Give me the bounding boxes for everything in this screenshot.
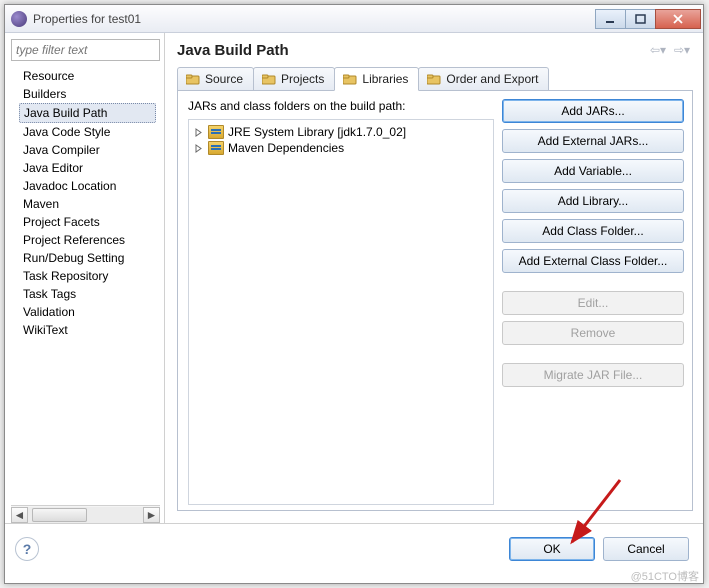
add-external-jars-button[interactable]: Add External JARs... bbox=[502, 129, 684, 153]
close-button[interactable] bbox=[655, 9, 701, 29]
sidebar-item-task-repository[interactable]: Task Repository bbox=[19, 267, 160, 285]
sidebar-item-project-references[interactable]: Project References bbox=[19, 231, 160, 249]
sidebar-item-run-debug-setting[interactable]: Run/Debug Setting bbox=[19, 249, 160, 267]
tab-order-and-export[interactable]: Order and Export bbox=[418, 67, 549, 90]
window-title: Properties for test01 bbox=[33, 12, 595, 26]
expand-icon[interactable] bbox=[193, 127, 204, 138]
cancel-button[interactable]: Cancel bbox=[603, 537, 689, 561]
add-jars-button[interactable]: Add JARs... bbox=[502, 99, 684, 123]
dialog-footer: ? OK Cancel bbox=[5, 523, 703, 573]
sidebar-item-java-build-path[interactable]: Java Build Path bbox=[19, 103, 156, 123]
tab-bar: Source Projects Libraries Order and Export bbox=[177, 67, 693, 91]
sidebar-item-project-facets[interactable]: Project Facets bbox=[19, 213, 160, 231]
projects-icon bbox=[262, 73, 276, 85]
source-folder-icon bbox=[186, 73, 200, 85]
eclipse-icon bbox=[11, 11, 27, 27]
add-library-button[interactable]: Add Library... bbox=[502, 189, 684, 213]
libraries-icon bbox=[343, 73, 357, 85]
help-icon[interactable]: ? bbox=[15, 537, 39, 561]
tab-label: Libraries bbox=[362, 72, 408, 86]
order-export-icon bbox=[427, 73, 441, 85]
sidebar-item-java-code-style[interactable]: Java Code Style bbox=[19, 123, 160, 141]
library-label: JRE System Library [jdk1.7.0_02] bbox=[228, 125, 406, 139]
tab-libraries[interactable]: Libraries bbox=[334, 67, 419, 91]
tab-label: Source bbox=[205, 72, 243, 86]
button-column: Add JARs... Add External JARs... Add Var… bbox=[502, 99, 684, 502]
scroll-thumb[interactable] bbox=[32, 508, 87, 522]
library-item[interactable]: JRE System Library [jdk1.7.0_02] bbox=[191, 124, 491, 140]
add-variable-button[interactable]: Add Variable... bbox=[502, 159, 684, 183]
properties-dialog: Properties for test01 ResourceBuildersJa… bbox=[4, 4, 704, 584]
ok-button[interactable]: OK bbox=[509, 537, 595, 561]
tab-projects[interactable]: Projects bbox=[253, 67, 335, 90]
library-item[interactable]: Maven Dependencies bbox=[191, 140, 491, 156]
jar-list[interactable]: JRE System Library [jdk1.7.0_02] Maven De… bbox=[188, 119, 494, 505]
sidebar-item-builders[interactable]: Builders bbox=[19, 85, 160, 103]
add-external-class-folder-button[interactable]: Add External Class Folder... bbox=[502, 249, 684, 273]
library-label: Maven Dependencies bbox=[228, 141, 344, 155]
filter-input[interactable] bbox=[11, 39, 160, 61]
sidebar-item-validation[interactable]: Validation bbox=[19, 303, 160, 321]
page-title: Java Build Path bbox=[177, 42, 289, 59]
sidebar-item-javadoc-location[interactable]: Javadoc Location bbox=[19, 177, 160, 195]
library-icon bbox=[208, 141, 224, 155]
sidebar-item-task-tags[interactable]: Task Tags bbox=[19, 285, 160, 303]
libraries-panel: JARs and class folders on the build path… bbox=[177, 91, 693, 511]
tab-label: Projects bbox=[281, 72, 324, 86]
sidebar-item-maven[interactable]: Maven bbox=[19, 195, 160, 213]
scroll-track[interactable] bbox=[28, 507, 143, 523]
remove-button: Remove bbox=[502, 321, 684, 345]
sidebar: ResourceBuildersJava Build PathJava Code… bbox=[5, 33, 165, 523]
category-tree[interactable]: ResourceBuildersJava Build PathJava Code… bbox=[11, 65, 160, 505]
maximize-button[interactable] bbox=[625, 9, 655, 29]
tab-label: Order and Export bbox=[446, 72, 538, 86]
migrate-jar-button: Migrate JAR File... bbox=[502, 363, 684, 387]
expand-icon[interactable] bbox=[193, 143, 204, 154]
titlebar[interactable]: Properties for test01 bbox=[5, 5, 703, 33]
panel-description: JARs and class folders on the build path… bbox=[188, 99, 494, 113]
sidebar-item-java-compiler[interactable]: Java Compiler bbox=[19, 141, 160, 159]
forward-icon[interactable]: ⇨▾ bbox=[671, 41, 693, 59]
scroll-right-icon[interactable]: ► bbox=[143, 507, 160, 523]
add-class-folder-button[interactable]: Add Class Folder... bbox=[502, 219, 684, 243]
sidebar-item-resource[interactable]: Resource bbox=[19, 67, 160, 85]
sidebar-item-wikitext[interactable]: WikiText bbox=[19, 321, 160, 339]
main-panel: Java Build Path ⇦▾ ⇨▾ Source Projects Libr… bbox=[165, 33, 703, 523]
scroll-left-icon[interactable]: ◄ bbox=[11, 507, 28, 523]
watermark: @51CTO博客 bbox=[631, 568, 699, 584]
tab-source[interactable]: Source bbox=[177, 67, 254, 90]
edit-button: Edit... bbox=[502, 291, 684, 315]
sidebar-item-java-editor[interactable]: Java Editor bbox=[19, 159, 160, 177]
minimize-button[interactable] bbox=[595, 9, 625, 29]
library-icon bbox=[208, 125, 224, 139]
horizontal-scrollbar[interactable]: ◄ ► bbox=[11, 505, 160, 523]
back-icon[interactable]: ⇦▾ bbox=[647, 41, 669, 59]
